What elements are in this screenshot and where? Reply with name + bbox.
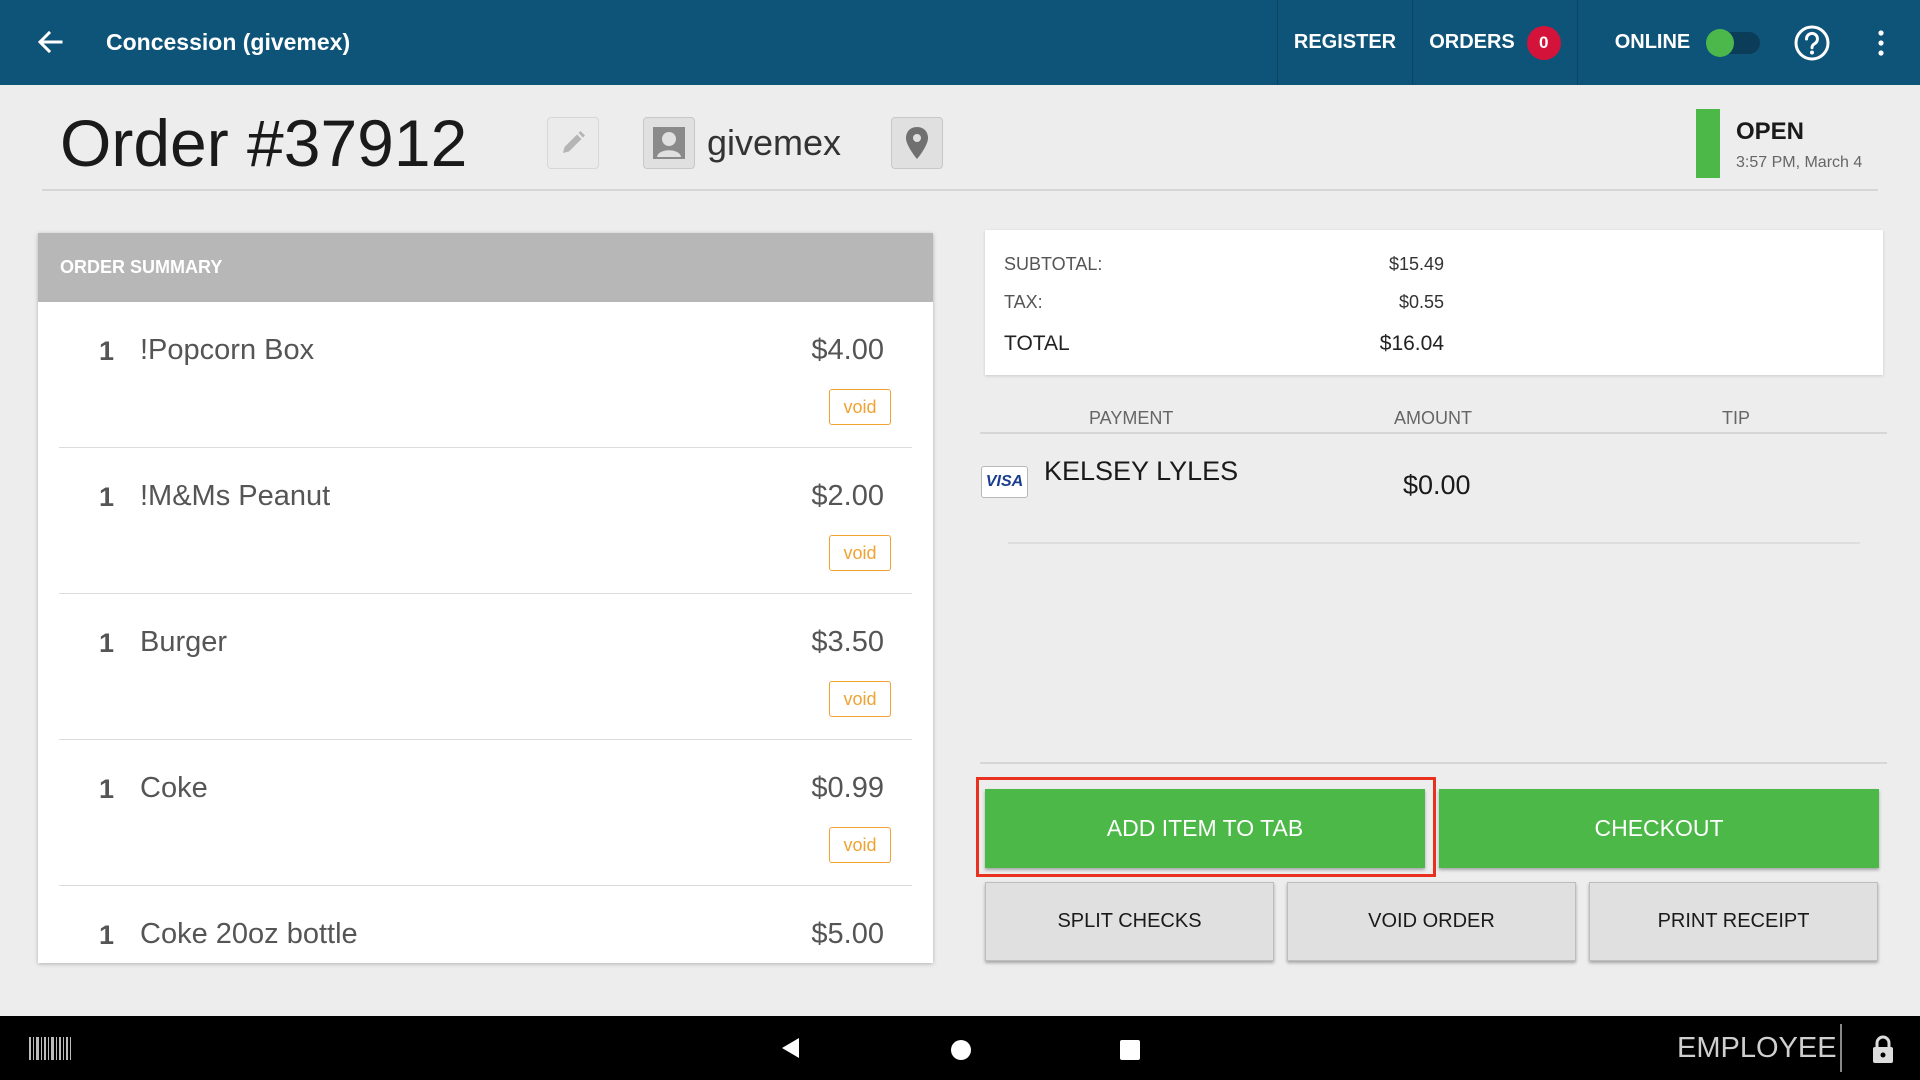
order-status: OPEN xyxy=(1736,118,1805,145)
barcode-icon[interactable] xyxy=(29,1037,71,1060)
customer-name: givemex xyxy=(707,122,842,163)
item-quantity: 1 xyxy=(99,774,115,804)
item-name: !M&Ms Peanut xyxy=(140,480,331,512)
location-button[interactable] xyxy=(891,117,943,169)
item-quantity: 1 xyxy=(99,628,115,658)
online-label: ONLINE xyxy=(1614,31,1691,53)
online-toggle[interactable] xyxy=(1706,28,1761,57)
order-summary-panel: ORDER SUMMARY 1 !Popcorn Box $4.00 void … xyxy=(38,233,933,963)
void-item-button[interactable]: void xyxy=(829,681,891,717)
void-order-button[interactable]: VOID ORDER xyxy=(1287,882,1576,961)
tax-label: TAX: xyxy=(1004,292,1043,312)
online-toggle-knob xyxy=(1706,28,1735,57)
order-timestamp: 3:57 PM, March 4 xyxy=(1736,154,1863,171)
map-pin-icon xyxy=(906,127,928,159)
register-label: REGISTER xyxy=(1293,31,1397,53)
system-navigation-bar: EMPLOYEE xyxy=(0,1016,1920,1080)
customer-button[interactable] xyxy=(643,117,695,169)
pencil-icon xyxy=(563,131,585,153)
subtotal-label: SUBTOTAL: xyxy=(1004,254,1103,274)
question-circle-icon[interactable] xyxy=(1793,24,1831,62)
order-item-row[interactable]: 1 !M&Ms Peanut $2.00 void xyxy=(59,448,912,594)
split-checks-button[interactable]: SPLIT CHECKS xyxy=(985,882,1274,961)
checkout-button[interactable]: CHECKOUT xyxy=(1439,789,1879,868)
orders-label: ORDERS xyxy=(1429,31,1515,53)
order-item-row[interactable]: 1 Coke 20oz bottle $5.00 void xyxy=(59,886,912,963)
order-summary-heading: ORDER SUMMARY xyxy=(38,233,933,302)
tip-column-header: TIP xyxy=(1722,408,1751,428)
edit-order-button[interactable] xyxy=(547,117,599,169)
orders-tab[interactable]: ORDERS 0 xyxy=(1412,0,1577,85)
item-price: $3.50 xyxy=(811,626,884,658)
register-tab[interactable]: REGISTER xyxy=(1277,0,1412,85)
order-item-row[interactable]: 1 Coke $0.99 void xyxy=(59,740,912,886)
item-price: $2.00 xyxy=(811,480,884,512)
total-value: $16.04 xyxy=(1379,332,1444,355)
tax-value: $0.55 xyxy=(1398,292,1444,312)
nav-back-icon[interactable] xyxy=(780,1037,800,1059)
online-status: ONLINE xyxy=(1577,0,1797,85)
bottom-divider xyxy=(1840,1024,1842,1072)
payment-column-header: PAYMENT xyxy=(1089,408,1174,428)
visa-card-icon: VISA xyxy=(981,466,1028,498)
top-app-bar: Concession (givemex) REGISTER ORDERS 0 O… xyxy=(0,0,1920,85)
item-name: Burger xyxy=(140,626,228,658)
payment-header-divider xyxy=(980,432,1887,434)
item-price: $0.99 xyxy=(811,772,884,804)
order-title: Order #37912 xyxy=(60,106,468,180)
employee-label[interactable]: EMPLOYEE xyxy=(1677,1032,1837,1065)
void-item-button[interactable]: void xyxy=(829,827,891,863)
payment-row-divider xyxy=(1008,542,1860,544)
actions-divider xyxy=(980,762,1887,764)
item-price: $5.00 xyxy=(811,918,884,950)
void-item-button[interactable]: void xyxy=(829,389,891,425)
item-name: Coke 20oz bottle xyxy=(140,918,358,950)
orders-count-badge: 0 xyxy=(1526,25,1561,60)
item-quantity: 1 xyxy=(99,920,115,950)
app-title: Concession (givemex) xyxy=(106,29,351,55)
header-divider xyxy=(42,189,1878,191)
item-quantity: 1 xyxy=(99,482,115,512)
nav-home-icon[interactable] xyxy=(951,1040,971,1060)
order-item-row[interactable]: 1 !Popcorn Box $4.00 void xyxy=(59,302,912,448)
nav-recent-icon[interactable] xyxy=(1120,1040,1140,1060)
item-price: $4.00 xyxy=(811,334,884,366)
order-totals-card: SUBTOTAL: $15.49 TAX: $0.55 TOTAL $16.04 xyxy=(985,230,1883,375)
status-indicator xyxy=(1696,109,1720,178)
amount-column-header: AMOUNT xyxy=(1394,408,1472,428)
item-quantity: 1 xyxy=(99,336,115,366)
order-item-row[interactable]: 1 Burger $3.50 void xyxy=(59,594,912,740)
print-receipt-button[interactable]: PRINT RECEIPT xyxy=(1589,882,1878,961)
highlight-box xyxy=(976,777,1436,877)
total-label: TOTAL xyxy=(1004,332,1070,355)
item-name: !Popcorn Box xyxy=(140,334,315,366)
subtotal-value: $15.49 xyxy=(1388,254,1444,274)
kebab-menu-icon[interactable] xyxy=(1872,28,1890,58)
payment-amount: $0.00 xyxy=(1403,470,1471,500)
back-button[interactable] xyxy=(30,22,70,62)
lock-icon[interactable] xyxy=(1871,1034,1895,1064)
item-name: Coke xyxy=(140,772,208,804)
user-avatar-icon xyxy=(653,127,685,159)
arrow-left-icon xyxy=(37,30,63,54)
void-item-button[interactable]: void xyxy=(829,535,891,571)
payer-name: KELSEY LYLES xyxy=(1044,456,1239,486)
